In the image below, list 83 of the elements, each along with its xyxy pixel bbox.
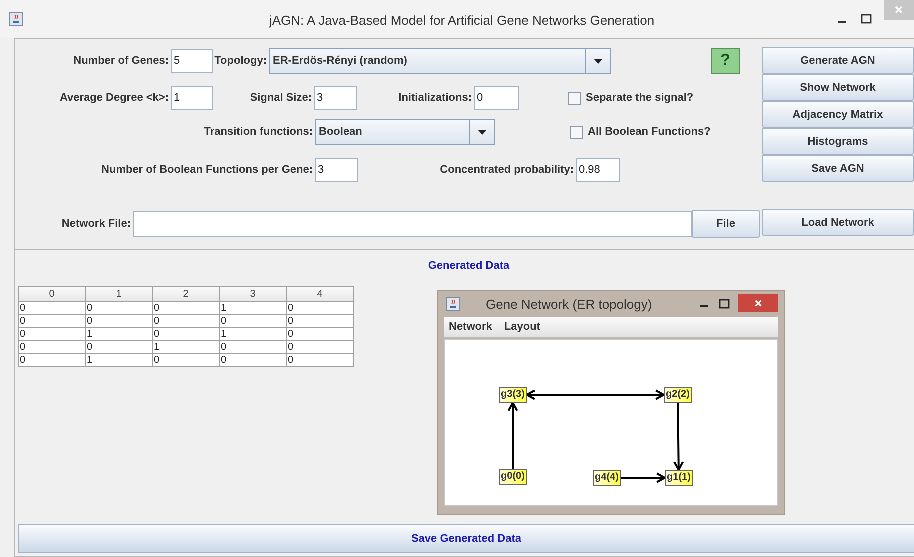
- app-icon: [9, 12, 23, 26]
- table-cell: 0: [18, 340, 86, 354]
- window-title: Gene Network (ER topology): [486, 296, 652, 312]
- input-field[interactable]: [133, 211, 692, 237]
- table-cell: 1: [86, 328, 152, 340]
- field-label: Initializations:: [398, 92, 473, 104]
- action-button[interactable]: Histograms: [762, 128, 914, 155]
- table-cell: 1: [86, 354, 152, 366]
- caret-icon: [478, 130, 486, 134]
- transition-dropdown[interactable]: Boolean: [315, 119, 495, 145]
- app-icon: [446, 297, 460, 311]
- table-cell: 0: [286, 302, 354, 314]
- table-cell: 0: [18, 328, 86, 340]
- table-cell: 0: [220, 354, 286, 366]
- column-header[interactable]: 4: [286, 286, 354, 302]
- topology-dropdown[interactable]: ER-Erdös-Rényi (random): [269, 48, 611, 74]
- menu-item[interactable]: Network: [449, 321, 492, 333]
- column-header[interactable]: 2: [152, 286, 220, 302]
- maximize-icon[interactable]: [719, 299, 730, 309]
- close-button[interactable]: [738, 294, 778, 312]
- arrow: [508, 400, 518, 469]
- table-cell: 0: [220, 314, 286, 328]
- table-cell: 0: [286, 340, 354, 354]
- table-cell: 0: [152, 314, 220, 328]
- input-field[interactable]: 0: [474, 86, 519, 110]
- table-cell: 1: [220, 302, 286, 314]
- table-cell: 0: [286, 328, 354, 340]
- field-label: Signal Size:: [249, 92, 313, 104]
- table-cell: 0: [18, 302, 86, 314]
- close-icon: [754, 298, 762, 308]
- table-cell: 0: [18, 314, 86, 328]
- field-label: Concentrated probability:: [439, 164, 575, 176]
- field-label: Topology:: [214, 55, 268, 67]
- gene-node: g3(3): [499, 387, 527, 403]
- gene-node: g1(1): [665, 470, 693, 486]
- action-button[interactable]: Adjacency Matrix: [762, 101, 914, 128]
- maximize-icon[interactable]: [861, 14, 872, 24]
- gene-node: g0(0): [499, 469, 527, 485]
- gene-node: g2(2): [664, 387, 692, 403]
- input-field[interactable]: 1: [171, 86, 213, 110]
- input-field[interactable]: 3: [315, 158, 358, 182]
- table-cell: 0: [86, 340, 152, 354]
- column-header[interactable]: 1: [86, 286, 152, 302]
- caret-icon: [594, 58, 602, 64]
- table-cell: 1: [220, 328, 286, 340]
- input-field[interactable]: 5: [171, 49, 213, 73]
- load-network-button[interactable]: Load Network: [762, 209, 914, 236]
- table-cell: 0: [152, 302, 220, 314]
- table-cell: 0: [286, 354, 354, 366]
- checkbox-label: All Boolean Functions?: [588, 126, 711, 138]
- field-label: Number of Boolean Functions per Gene:: [100, 164, 314, 176]
- checkbox[interactable]: [570, 126, 583, 138]
- table-cell: 0: [152, 328, 220, 340]
- column-header[interactable]: 3: [220, 286, 286, 302]
- table-cell: 0: [286, 314, 354, 328]
- field-label: Transition functions:: [203, 126, 314, 138]
- table-cell: 0: [220, 340, 286, 354]
- action-button[interactable]: Show Network: [762, 74, 914, 101]
- arrow: [674, 402, 684, 472]
- section-title: Generated Data: [427, 259, 511, 272]
- action-button[interactable]: Save AGN: [762, 155, 914, 182]
- column-header[interactable]: 0: [18, 286, 86, 302]
- arrow: [621, 472, 668, 484]
- menu-item[interactable]: Layout: [504, 321, 540, 333]
- action-button[interactable]: Generate AGN: [762, 47, 914, 74]
- field-label: Average Degree <k>:: [58, 92, 170, 104]
- input-field[interactable]: 0.98: [576, 158, 620, 182]
- table-cell: 0: [152, 354, 220, 366]
- table-cell: 1: [152, 340, 220, 354]
- save-data-button[interactable]: Save Generated Data: [18, 524, 914, 553]
- window-title: jAGN: A Java-Based Model for Artificial Gene Networks Generation: [268, 13, 656, 28]
- checkbox-label: Separate the signal?: [586, 92, 694, 104]
- gene-node: g4(4): [593, 470, 621, 486]
- table-cell: 0: [86, 314, 152, 328]
- help-button[interactable]: ?: [711, 48, 740, 74]
- table-cell: 0: [86, 302, 152, 314]
- input-field[interactable]: 3: [314, 86, 357, 110]
- field-label: Network File:: [60, 218, 132, 230]
- close-icon: [894, 5, 904, 15]
- table-cell: 0: [18, 354, 86, 366]
- field-label: Number of Genes:: [72, 55, 170, 67]
- checkbox[interactable]: [568, 92, 581, 104]
- file-button[interactable]: File: [692, 210, 760, 238]
